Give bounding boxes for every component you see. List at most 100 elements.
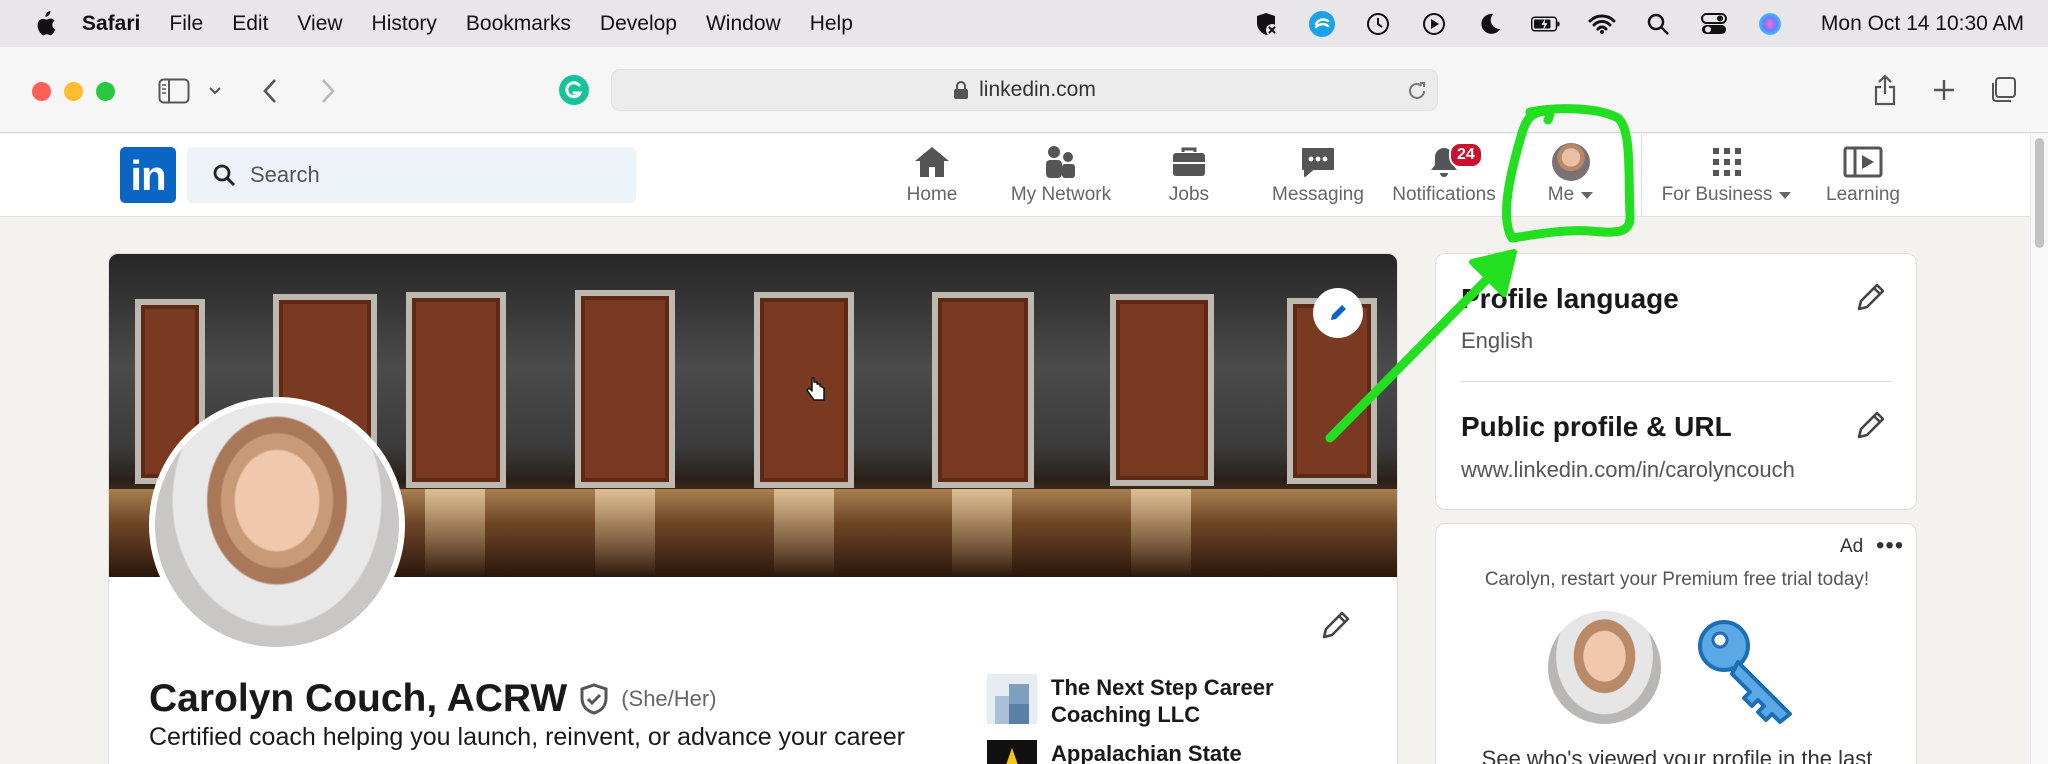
wifi-icon[interactable] bbox=[1587, 9, 1617, 39]
linkedin-logo[interactable]: in bbox=[120, 147, 176, 203]
window-minimize-button[interactable] bbox=[64, 82, 83, 101]
moon-icon[interactable] bbox=[1475, 9, 1505, 39]
control-center-icon[interactable] bbox=[1699, 9, 1729, 39]
play-icon[interactable] bbox=[1419, 9, 1449, 39]
my-network-icon bbox=[1043, 144, 1079, 180]
nav-learning-label: Learning bbox=[1826, 184, 1900, 205]
public-profile-title: Public profile & URL bbox=[1461, 411, 1732, 442]
menu-develop[interactable]: Develop bbox=[600, 12, 677, 36]
menu-file[interactable]: File bbox=[169, 12, 203, 36]
menu-window[interactable]: Window bbox=[706, 12, 781, 36]
menubar-clock[interactable]: Mon Oct 14 10:30 AM bbox=[1821, 12, 2024, 36]
battery-icon[interactable] bbox=[1530, 9, 1561, 39]
experience-item[interactable]: The Next Step Career Coaching LLC bbox=[987, 674, 1311, 728]
pencil-icon bbox=[1322, 611, 1350, 639]
verified-shield-icon[interactable] bbox=[579, 683, 609, 715]
forward-chevron-icon[interactable] bbox=[316, 74, 340, 108]
menu-edit[interactable]: Edit bbox=[232, 12, 268, 36]
ad-label: Ad bbox=[1840, 536, 1864, 557]
rail-divider bbox=[1461, 381, 1893, 382]
siri-icon[interactable] bbox=[1755, 9, 1785, 39]
school-logo bbox=[987, 740, 1037, 764]
premium-ad-card[interactable]: Ad ••• Carolyn, restart your Premium fre… bbox=[1435, 523, 1917, 764]
edit-intro-button[interactable] bbox=[1319, 608, 1353, 647]
hand-cursor-icon bbox=[803, 374, 829, 404]
menu-app-safari[interactable]: Safari bbox=[82, 12, 140, 36]
for-business-caret-down-icon bbox=[1779, 191, 1792, 199]
pencil-icon bbox=[1857, 411, 1885, 439]
edit-banner-button[interactable] bbox=[1313, 288, 1363, 338]
nav-my-network-label: My Network bbox=[1010, 184, 1112, 205]
linkedin-search-input[interactable]: Search bbox=[187, 147, 636, 203]
key-icon bbox=[1694, 616, 1800, 731]
reload-icon[interactable] bbox=[1404, 78, 1430, 104]
scrollbar-thumb[interactable] bbox=[2035, 138, 2044, 248]
profile-name-text: Carolyn Couch, ACRW bbox=[149, 677, 568, 720]
window-close-button[interactable] bbox=[32, 82, 51, 101]
nav-jobs[interactable]: Jobs bbox=[1163, 144, 1215, 206]
nav-home-label: Home bbox=[906, 184, 958, 205]
profile-language-value: English bbox=[1461, 328, 1534, 353]
new-tab-plus-icon[interactable] bbox=[1930, 76, 1958, 104]
search-placeholder: Search bbox=[250, 162, 320, 187]
nav-home[interactable]: Home bbox=[902, 144, 962, 206]
nav-notifications-label: Notifications bbox=[1392, 184, 1496, 205]
nav-for-business-text: For Business bbox=[1661, 184, 1773, 205]
vpn-shield-icon[interactable] bbox=[1251, 9, 1281, 39]
ad-more-options-button[interactable]: ••• bbox=[1876, 532, 1904, 560]
edit-public-profile-button[interactable] bbox=[1854, 408, 1888, 447]
search-icon bbox=[212, 163, 236, 187]
menu-history[interactable]: History bbox=[372, 12, 437, 36]
menu-bookmarks[interactable]: Bookmarks bbox=[466, 12, 571, 36]
nav-learning[interactable]: Learning bbox=[1823, 144, 1903, 206]
nav-divider bbox=[1641, 134, 1642, 217]
nav-for-business[interactable]: For Business bbox=[1657, 144, 1797, 206]
url-text: linkedin.com bbox=[979, 78, 1096, 101]
share-icon[interactable] bbox=[1870, 72, 1900, 108]
edit-profile-language-button[interactable] bbox=[1854, 280, 1888, 319]
menu-view[interactable]: View bbox=[297, 12, 342, 36]
pencil-icon bbox=[1331, 305, 1346, 320]
apps-grid-icon bbox=[1712, 144, 1742, 180]
back-chevron-icon[interactable] bbox=[258, 74, 282, 108]
apple-logo-icon[interactable] bbox=[30, 9, 60, 39]
me-avatar-icon bbox=[1552, 143, 1590, 181]
public-profile-url[interactable]: www.linkedin.com/in/carolyncouch bbox=[1461, 457, 1795, 483]
time-machine-icon[interactable] bbox=[1363, 9, 1393, 39]
home-icon bbox=[913, 144, 951, 180]
nav-jobs-label: Jobs bbox=[1168, 184, 1210, 205]
spotlight-search-icon[interactable] bbox=[1643, 9, 1673, 39]
lock-icon bbox=[953, 80, 969, 100]
learning-icon bbox=[1843, 144, 1883, 180]
menu-help[interactable]: Help bbox=[810, 12, 853, 36]
nav-my-network[interactable]: My Network bbox=[1005, 144, 1117, 206]
nav-me-text: Me bbox=[1547, 184, 1575, 205]
profile-top-card: Carolyn Couch, ACRW (She/Her) Certified … bbox=[108, 253, 1398, 764]
nav-for-business-label: For Business bbox=[1662, 184, 1793, 206]
sidebar-toggle-icon[interactable] bbox=[156, 76, 192, 106]
linkedin-global-nav: in Search Home My Network Jobs Messaging bbox=[0, 134, 2030, 217]
me-caret-down-icon bbox=[1581, 191, 1594, 199]
briefcase-icon bbox=[1171, 144, 1207, 180]
address-bar[interactable]: linkedin.com bbox=[611, 69, 1438, 111]
grammarly-status-icon[interactable] bbox=[1307, 9, 1337, 39]
pencil-icon bbox=[1857, 283, 1885, 311]
ad-footer-text: See who's viewed your profile in the las… bbox=[1481, 746, 1873, 764]
notification-count-badge: 24 bbox=[1449, 142, 1483, 168]
profile-photo[interactable] bbox=[149, 397, 405, 653]
nav-notifications[interactable]: 24 Notifications bbox=[1387, 142, 1501, 206]
profile-name: Carolyn Couch, ACRW (She/Her) bbox=[149, 677, 717, 721]
company-logo bbox=[987, 674, 1037, 724]
tab-overview-icon[interactable] bbox=[1988, 75, 2018, 105]
nav-me[interactable]: Me bbox=[1540, 143, 1602, 206]
profile-headline: Certified coach helping you launch, rein… bbox=[149, 723, 905, 751]
macos-menu-bar: Safari File Edit View History Bookmarks … bbox=[0, 0, 2048, 47]
window-zoom-button[interactable] bbox=[96, 82, 115, 101]
tab-group-chevron-down-icon[interactable] bbox=[206, 80, 224, 102]
grammarly-extension-icon[interactable] bbox=[558, 74, 590, 106]
page-scrollbar[interactable] bbox=[2030, 134, 2048, 764]
profile-settings-card: Profile language English Public profile … bbox=[1435, 253, 1917, 510]
education-item[interactable]: Appalachian State bbox=[987, 740, 1311, 764]
nav-messaging[interactable]: Messaging bbox=[1268, 144, 1368, 206]
profile-pronouns: (She/Her) bbox=[621, 686, 717, 711]
